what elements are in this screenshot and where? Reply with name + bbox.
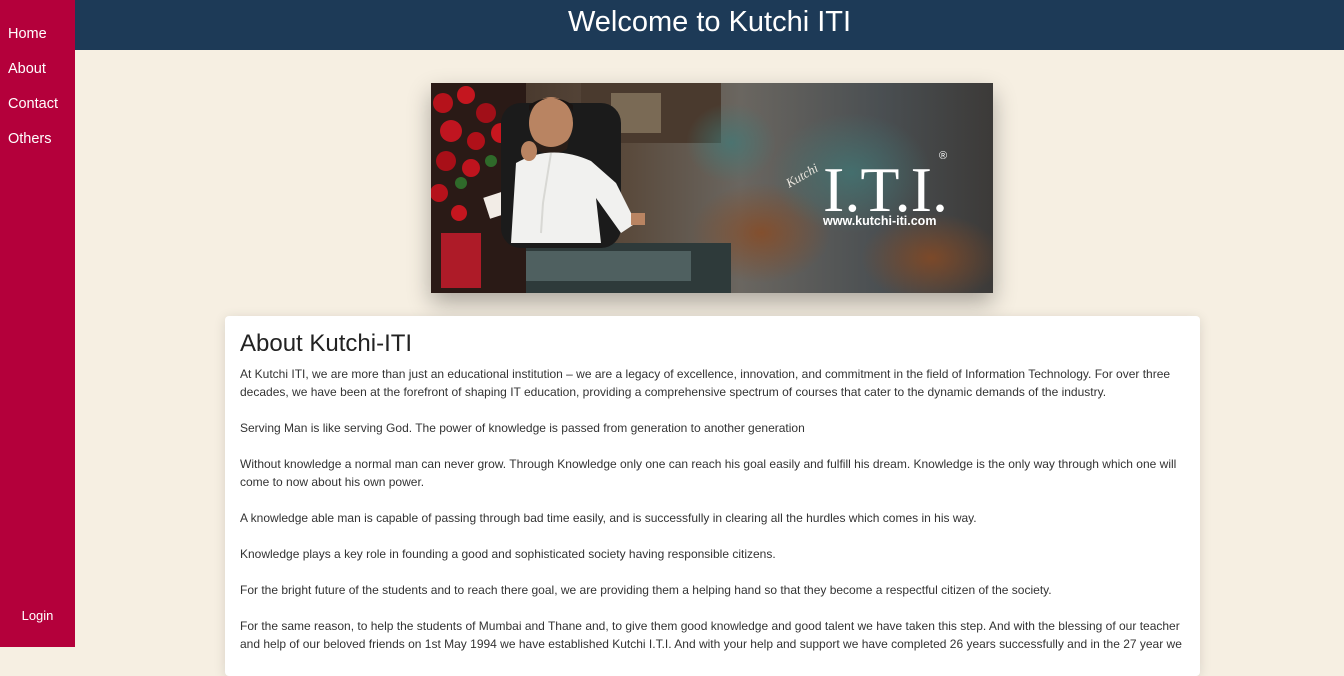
about-card: About Kutchi-ITI At Kutchi ITI, we are m…: [225, 316, 1200, 676]
about-paragraph: For the same reason, to help the student…: [240, 619, 1182, 651]
sidebar-item-contact[interactable]: Contact: [0, 87, 58, 122]
banner-url-text: www.kutchi-iti.com: [822, 214, 936, 228]
sidebar: Home About Contact Others Login: [0, 0, 75, 647]
about-paragraph: For the bright future of the students an…: [240, 583, 1052, 597]
sidebar-item-home[interactable]: Home: [0, 17, 58, 52]
page-title: Welcome to Kutchi ITI: [567, 6, 852, 38]
sidebar-item-others[interactable]: Others: [0, 122, 58, 157]
banner-image: Kutchi I.T.I. ® www.kutchi-iti.com: [431, 83, 993, 293]
about-title: About Kutchi-ITI: [240, 330, 413, 357]
banner-graphic: Kutchi I.T.I. ® www.kutchi-iti.com: [431, 83, 993, 293]
about-paragraph: Knowledge plays a key role in founding a…: [240, 547, 776, 561]
sidebar-nav: Home About Contact Others: [0, 17, 58, 157]
login-link[interactable]: Login: [0, 608, 75, 623]
banner-registered-mark: ®: [939, 150, 947, 162]
about-paragraph: A knowledge able man is capable of passi…: [240, 511, 977, 525]
about-paragraph: Without knowledge a normal man can never…: [240, 457, 1177, 489]
about-body: At Kutchi ITI, we are more than just an …: [240, 365, 1190, 671]
page-header: Welcome to Kutchi ITI: [75, 0, 1344, 50]
about-paragraph: At Kutchi ITI, we are more than just an …: [240, 367, 1171, 399]
sidebar-item-about[interactable]: About: [0, 52, 58, 87]
about-paragraph: Serving Man is like serving God. The pow…: [240, 421, 805, 435]
